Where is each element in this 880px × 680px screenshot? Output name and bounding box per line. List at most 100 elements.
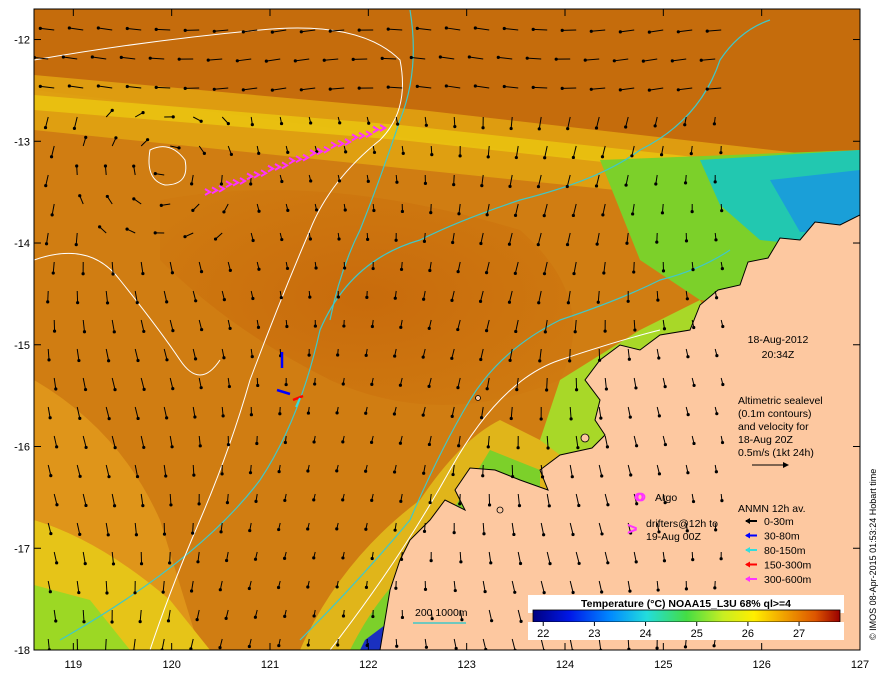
velocity-arrow-head bbox=[456, 386, 460, 390]
velocity-arrow-head bbox=[341, 614, 346, 618]
velocity-arrow-head bbox=[450, 298, 454, 302]
velocity-arrow-head bbox=[513, 213, 518, 217]
velocity-arrow-head bbox=[90, 55, 94, 59]
velocity-arrow-head bbox=[606, 503, 610, 507]
velocity-arrow-head bbox=[400, 615, 405, 620]
velocity-arrow-head bbox=[554, 57, 558, 61]
velocity-arrow-head bbox=[142, 329, 146, 334]
velocity-arrow-head bbox=[705, 87, 709, 91]
velocity-arrow-head bbox=[249, 182, 253, 186]
velocity-arrow-head bbox=[662, 327, 667, 331]
x-tick-label: 125 bbox=[654, 659, 672, 671]
map-plot-area bbox=[34, 9, 860, 650]
velocity-arrow-head bbox=[537, 301, 541, 305]
velocity-arrow-head bbox=[689, 151, 693, 156]
velocity-arrow-head bbox=[343, 208, 347, 212]
velocity-arrow-head bbox=[276, 585, 281, 590]
x-tick-label: 122 bbox=[359, 659, 377, 671]
velocity-arrow-head bbox=[518, 561, 523, 566]
velocity-arrow-head bbox=[508, 358, 512, 362]
drifters-line-2: 19-Aug 00Z bbox=[646, 531, 701, 543]
velocity-arrow-head bbox=[189, 589, 194, 593]
velocity-arrow-head bbox=[194, 299, 198, 303]
velocity-arrow-head bbox=[386, 85, 390, 89]
velocity-arrow-head bbox=[653, 124, 657, 128]
altimetry-line: (0.1m contours) bbox=[738, 408, 812, 420]
velocity-arrow-head bbox=[715, 354, 719, 358]
velocity-arrow-head bbox=[299, 88, 303, 92]
velocity-arrow-head bbox=[365, 295, 369, 300]
altimetry-line: Altimetric sealevel bbox=[738, 395, 823, 407]
velocity-arrow-head bbox=[177, 57, 181, 61]
velocity-arrow-head bbox=[283, 498, 287, 503]
velocity-arrow-head bbox=[198, 444, 202, 448]
velocity-arrow-head bbox=[560, 28, 564, 32]
velocity-arrow-head bbox=[250, 355, 254, 359]
velocity-arrow-head bbox=[78, 416, 82, 420]
velocity-arrow-head bbox=[76, 301, 80, 305]
velocity-arrow-head bbox=[142, 387, 146, 391]
velocity-arrow-head bbox=[629, 473, 633, 477]
velocity-arrow-head bbox=[628, 589, 632, 593]
velocity-arrow-head bbox=[539, 417, 543, 421]
velocity-arrow-head bbox=[401, 151, 405, 155]
velocity-arrow-head bbox=[531, 85, 535, 89]
velocity-arrow-head bbox=[270, 88, 274, 92]
velocity-arrow-head bbox=[571, 532, 575, 537]
y-tick-label: -13 bbox=[14, 136, 30, 148]
velocity-arrow bbox=[382, 57, 397, 60]
velocity-arrow-head bbox=[222, 210, 226, 214]
velocity-arrow-head bbox=[566, 301, 570, 305]
velocity-arrow-head bbox=[712, 122, 716, 126]
velocity-arrow-head bbox=[394, 238, 398, 242]
velocity-arrow-head bbox=[514, 329, 518, 334]
velocity-arrow-head bbox=[422, 529, 427, 533]
velocity-arrow-head bbox=[422, 471, 426, 475]
velocity-arrow-head bbox=[714, 238, 718, 242]
velocity-arrow-head bbox=[241, 30, 245, 34]
velocity-arrow-head bbox=[453, 588, 457, 593]
velocity-arrow-head bbox=[341, 440, 345, 444]
velocity-arrow-head bbox=[422, 297, 426, 301]
velocity-arrow-head bbox=[75, 164, 79, 168]
velocity-arrow-head bbox=[47, 358, 51, 362]
velocity-arrow-head bbox=[625, 241, 629, 245]
velocity-arrow-head bbox=[473, 26, 477, 30]
velocity-arrow-head bbox=[705, 29, 709, 33]
velocity-arrow-head bbox=[136, 416, 140, 421]
velocity-arrow-head bbox=[660, 211, 665, 215]
velocity-arrow-head bbox=[479, 241, 483, 246]
velocity-arrow-head bbox=[253, 615, 257, 619]
velocity-arrow-head bbox=[46, 300, 50, 304]
velocity-arrow-head bbox=[364, 469, 368, 473]
velocity-arrow-head bbox=[335, 411, 339, 415]
velocity-arrow-head bbox=[502, 84, 506, 89]
velocity-arrow-head bbox=[516, 446, 520, 450]
colorbar-tick-label: 27 bbox=[793, 628, 805, 640]
velocity-arrow-head bbox=[141, 110, 145, 115]
velocity-arrow-head bbox=[662, 559, 667, 563]
island bbox=[475, 395, 481, 401]
velocity-arrow-head bbox=[335, 469, 339, 473]
velocity-arrow-head bbox=[612, 59, 616, 63]
velocity-arrow-head bbox=[571, 213, 575, 218]
velocity-arrow-head bbox=[548, 562, 552, 566]
velocity-arrow-head bbox=[313, 324, 317, 328]
velocity-arrow-head bbox=[589, 87, 593, 91]
velocity-arrow-head bbox=[105, 301, 110, 305]
velocity-arrow-head bbox=[283, 614, 287, 618]
velocity-arrow-head bbox=[372, 208, 376, 213]
velocity-arrow-head bbox=[206, 58, 210, 62]
velocity-arrow-head bbox=[135, 474, 140, 479]
velocity-arrow-head bbox=[600, 532, 604, 536]
anmn-legend-label: 30-80m bbox=[764, 531, 800, 543]
colorbar-tick-label: 22 bbox=[537, 628, 549, 640]
velocity-arrow-head bbox=[393, 528, 397, 532]
velocity-arrow-head bbox=[458, 502, 462, 506]
velocity-arrow-head bbox=[112, 504, 117, 508]
velocity-arrow-head bbox=[720, 499, 724, 503]
velocity-arrow-head bbox=[699, 58, 703, 62]
velocity-arrow-head bbox=[67, 84, 71, 88]
velocity-arrow-head bbox=[479, 357, 483, 362]
velocity-arrow-head bbox=[566, 127, 570, 131]
